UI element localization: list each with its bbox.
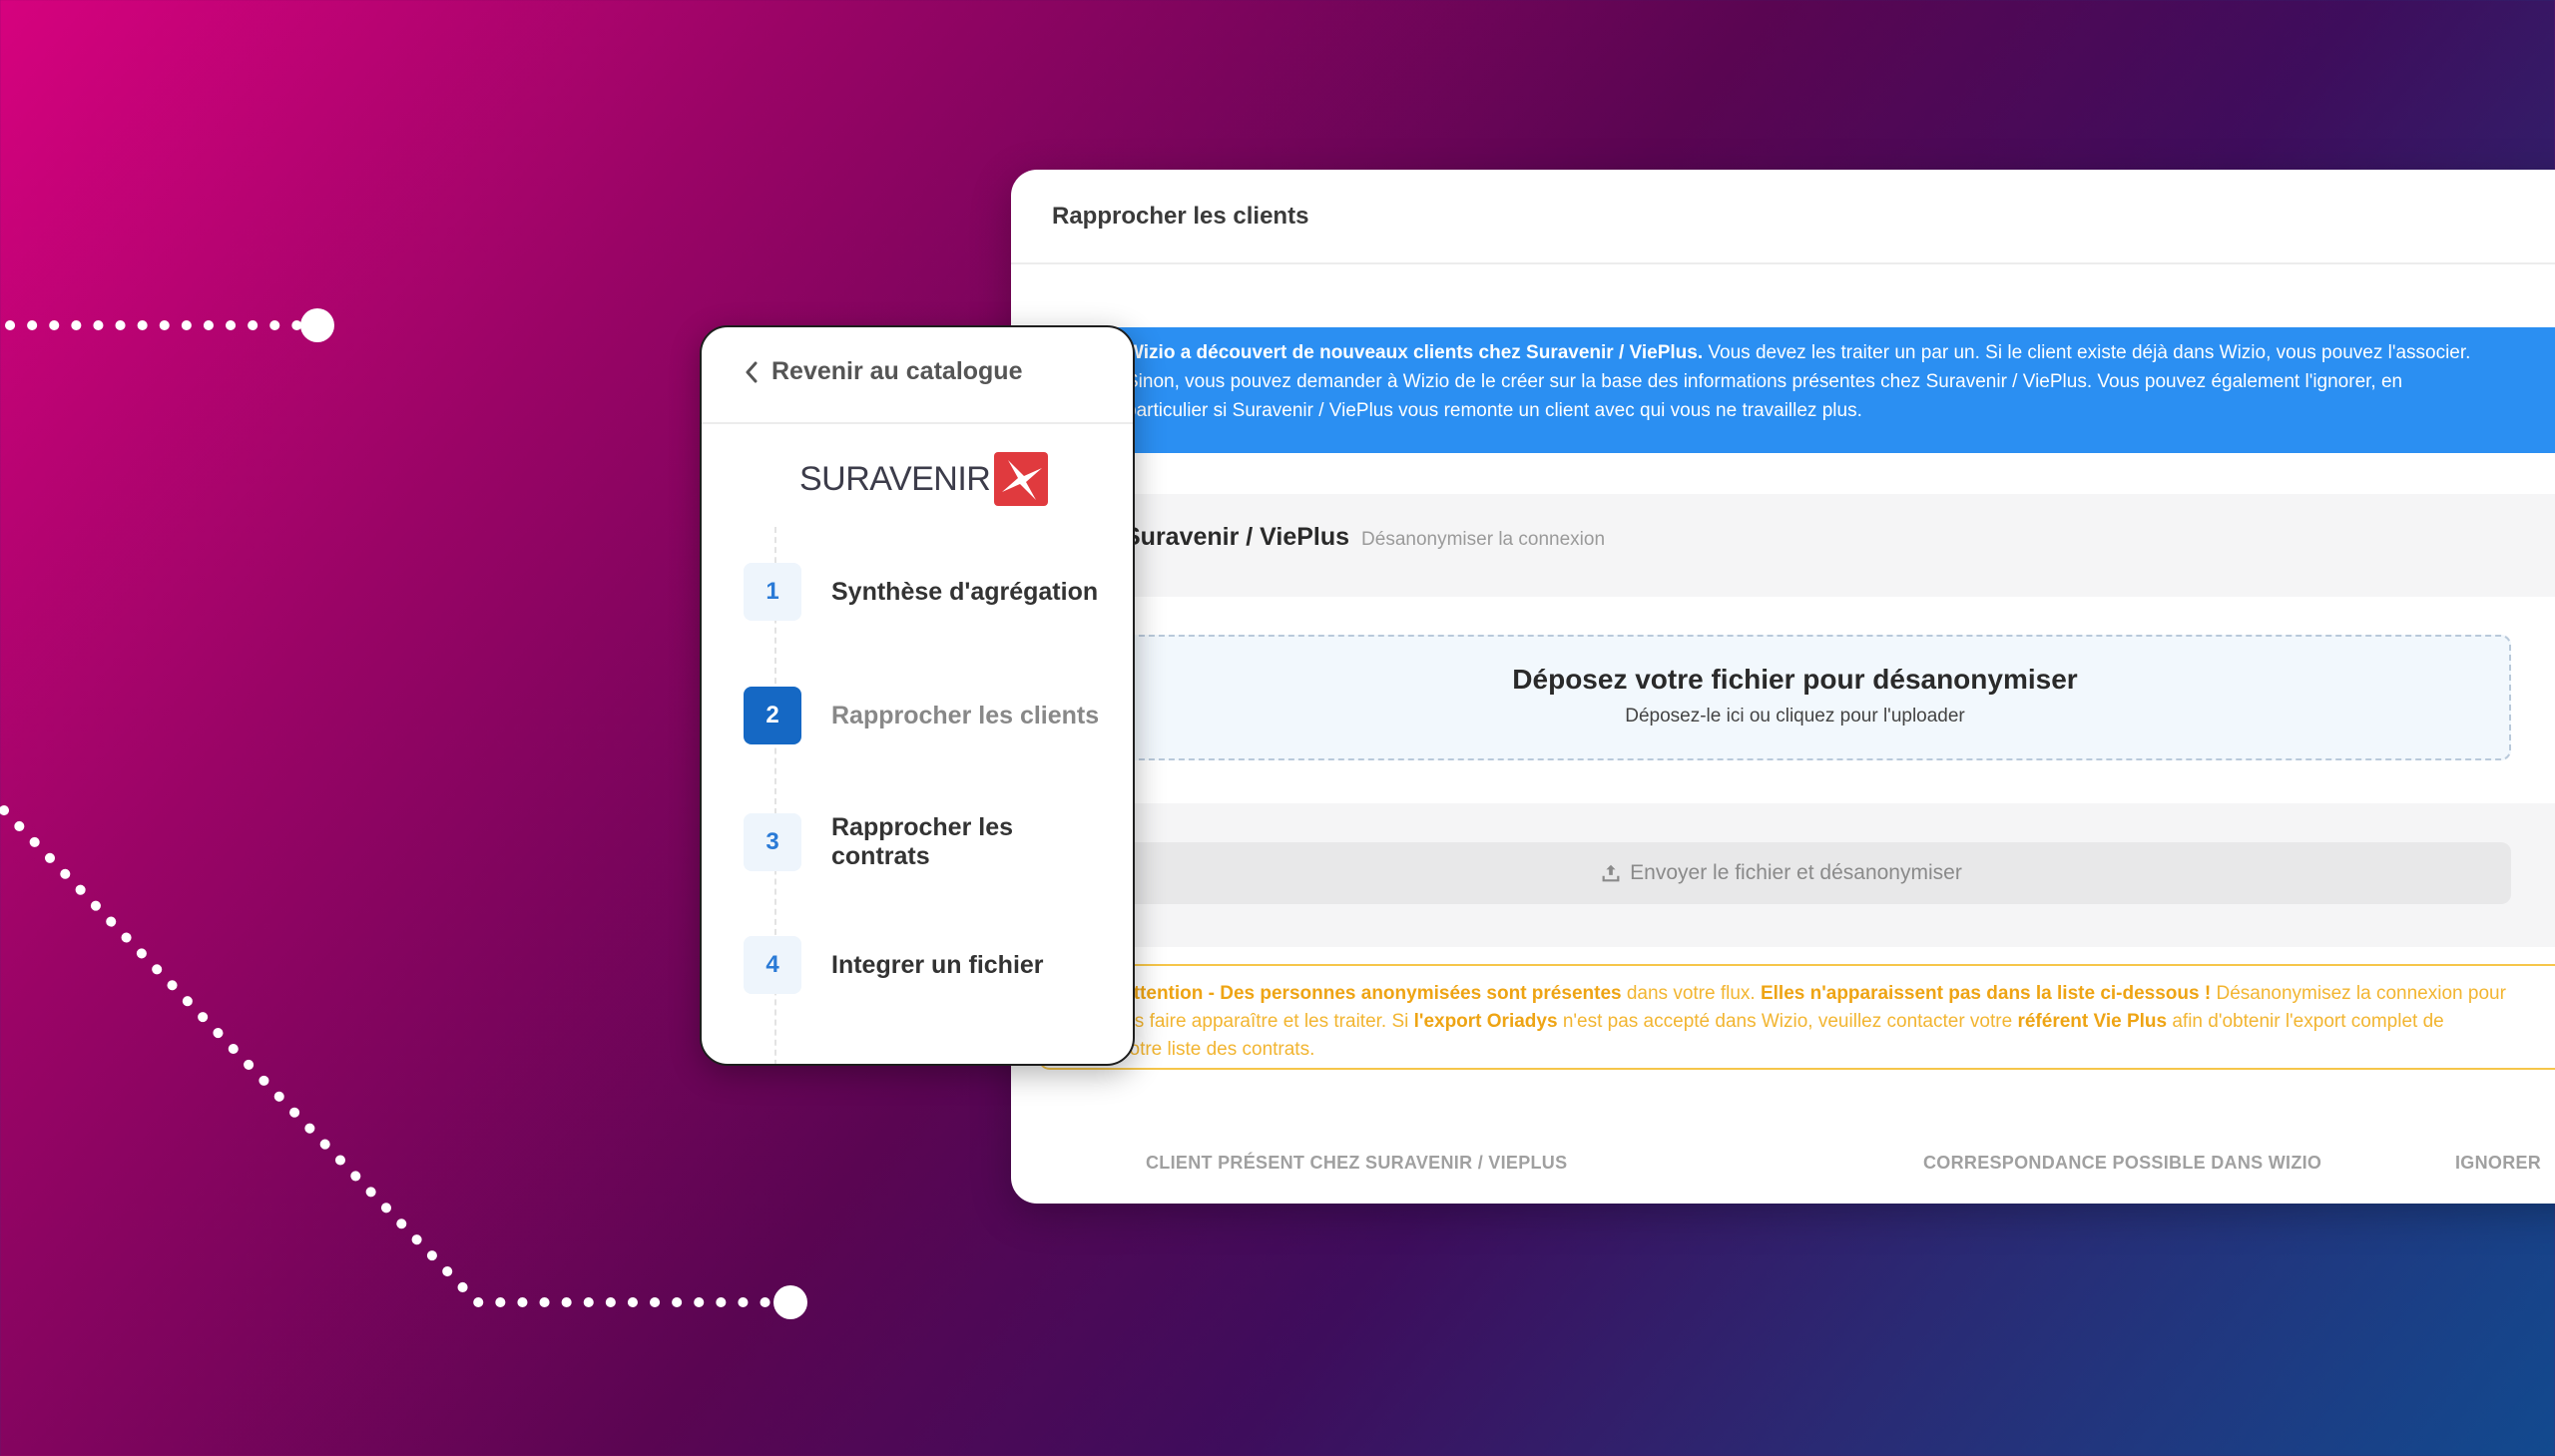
chevron-left-icon (746, 361, 758, 382)
info-banner-text: Sinon, vous pouvez demander à Wizio de l… (1126, 371, 2403, 392)
info-banner-text: Vous devez les traiter un par un. Si le … (1703, 342, 2471, 363)
warning-text: votre liste des contrats. (1120, 1039, 1315, 1060)
warning-box: Attention - Des personnes anonymisées so… (1038, 964, 2555, 1070)
step-2[interactable]: 2 Rapprocher les clients (744, 687, 1111, 744)
suravenir-logo: SURAVENIR (799, 452, 1049, 506)
logo-text: SURAVENIR (799, 459, 991, 498)
page-title: Rapprocher les clients (1011, 170, 2555, 264)
back-label: Revenir au catalogue (771, 357, 1023, 385)
warning-text: Désanonymisez la connexion pour (2211, 983, 2506, 1004)
step-number: 4 (744, 936, 801, 994)
step-label: Rapprocher les contrats (831, 813, 1014, 870)
step-3[interactable]: 3 Rapprocher les contrats (744, 813, 1031, 871)
step-1[interactable]: 1 Synthèse d'agrégation (744, 563, 1111, 621)
dropzone-subtitle: Déposez-le ici ou cliquez pour l'uploade… (1625, 706, 1965, 727)
step-label: Synthèse d'agrégation (831, 577, 1099, 606)
column-correspondance[interactable]: CORRESPONDANCE POSSIBLE DANS WIZIO (1923, 1153, 2321, 1174)
step-number: 1 (744, 563, 801, 621)
info-banner: Wizio a découvert de nouveaux clients ch… (1011, 327, 2555, 453)
connection-header: Suravenir / ViePlus Désanonymiser la con… (1124, 523, 1605, 552)
warning-text: dans votre flux. (1621, 983, 1761, 1004)
column-ignorer[interactable]: IGNORER (2455, 1153, 2541, 1174)
warning-text: n'est pas accepté dans Wizio, veuillez c… (1557, 1011, 2018, 1032)
warning-text: référent Vie Plus (2017, 1011, 2168, 1032)
table-header: CLIENT PRÉSENT CHEZ SURAVENIR / VIEPLUS … (1011, 1153, 2555, 1183)
send-file-button[interactable]: Envoyer le fichier et désanonymiser (1051, 842, 2511, 904)
warning-text: Elles n'apparaissent pas dans la liste c… (1760, 983, 2212, 1004)
warning-text: les faire apparaître et les traiter. Si (1120, 1011, 1414, 1032)
dropzone-title: Déposez votre fichier pour désanonymiser (1512, 664, 2078, 695)
deanonymize-link[interactable]: Désanonymiser la connexion (1361, 529, 1605, 551)
divider (702, 422, 1133, 424)
info-banner-text: particulier si Suravenir / ViePlus vous … (1126, 400, 1862, 421)
back-to-catalog-link[interactable]: Revenir au catalogue (744, 357, 1022, 386)
step-label: Integrer un fichier (831, 950, 1044, 979)
warning-text: Attention - Des personnes anonymisées so… (1120, 983, 1622, 1004)
logo-mark-icon (994, 452, 1049, 506)
connection-title: Suravenir / ViePlus (1124, 523, 1350, 551)
send-file-label: Envoyer le fichier et désanonymiser (1630, 861, 1962, 884)
step-4[interactable]: 4 Integrer un fichier (744, 936, 1111, 994)
warning-text: afin d'obtenir l'export complet de (2167, 1011, 2444, 1032)
column-client[interactable]: CLIENT PRÉSENT CHEZ SURAVENIR / VIEPLUS (1146, 1153, 1567, 1174)
step-number: 2 (744, 687, 801, 744)
upload-icon (1602, 864, 1620, 882)
file-dropzone[interactable]: Déposez votre fichier pour désanonymiser… (1079, 635, 2511, 760)
step-number: 3 (744, 813, 801, 871)
main-panel: Rapprocher les clients Wizio a découvert… (1011, 170, 2555, 1204)
warning-text: l'export Oriadys (1413, 1011, 1558, 1032)
step-label: Rapprocher les clients (831, 701, 1100, 729)
steps-panel: Revenir au catalogue SURAVENIR 1 Synthès… (700, 325, 1135, 1066)
info-banner-bold: Wizio a découvert de nouveaux clients ch… (1126, 342, 1704, 363)
